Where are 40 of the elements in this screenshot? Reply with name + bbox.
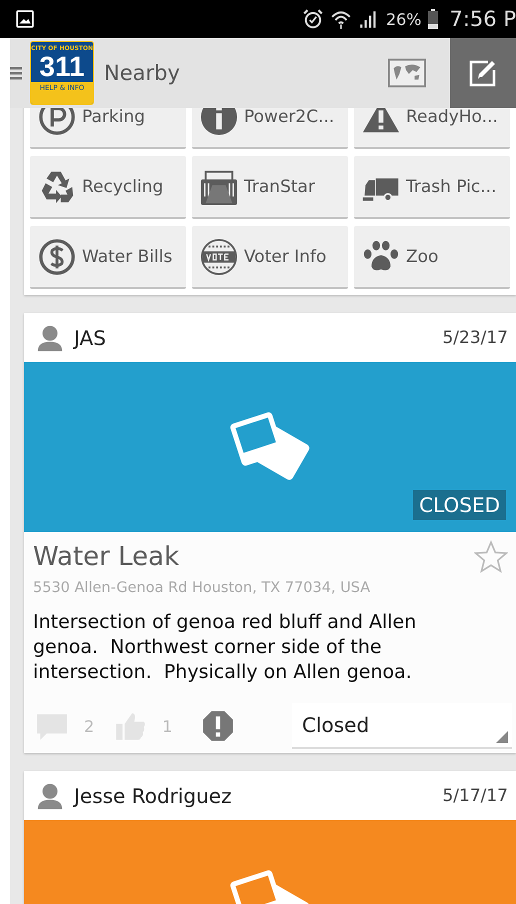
compose-button[interactable] [450, 38, 516, 108]
service-tile[interactable]: Trash Pic... [354, 156, 510, 219]
service-tile[interactable]: Power2C... [192, 108, 348, 149]
image-icon [16, 10, 34, 28]
star-icon[interactable] [474, 540, 508, 574]
parking-icon [38, 108, 76, 136]
comment-count: 2 [84, 716, 94, 736]
dollar-icon [38, 238, 76, 276]
alarm-icon [302, 8, 324, 30]
author-name: Jesse Rodriguez [74, 784, 232, 808]
service-tile[interactable]: TranStar [192, 156, 348, 219]
like-count: 1 [162, 716, 172, 736]
user-icon [36, 782, 64, 810]
post-date: 5/17/17 [442, 786, 508, 806]
author-name: JAS [74, 326, 106, 350]
battery-percent: 26% [386, 10, 422, 28]
service-tile[interactable]: Parking [30, 108, 186, 149]
map-icon[interactable] [388, 58, 426, 88]
service-tile[interactable]: Zoo [354, 226, 510, 289]
clock-time: 7:56 P [450, 7, 516, 31]
ballot-icon [200, 238, 238, 276]
report-card[interactable]: Jesse Rodriguez 5/17/17 [24, 771, 516, 904]
logo-number: 311 [39, 52, 85, 82]
thumbs-up-icon[interactable] [114, 710, 146, 742]
report-title: Water Leak [33, 542, 180, 572]
caret-icon [496, 731, 508, 743]
service-tile[interactable]: Recycling [30, 156, 186, 219]
screen-title: Nearby [104, 61, 180, 85]
status-badge: CLOSED [413, 490, 506, 520]
report-card[interactable] [24, 313, 516, 753]
alert-icon[interactable] [202, 710, 234, 742]
user-icon [36, 324, 64, 352]
service-tile[interactable]: ReadyHo... [354, 108, 510, 149]
report-description: Intersection of genoa red bluff and Allen genoa. Northwest corner side of the intersection. Physically on Allen genoa. [32, 610, 418, 685]
report-address: 5530 Allen-Genoa Rd Houston, TX 77034, USA [32, 579, 372, 596]
service-tile[interactable]: Voter Info [192, 226, 348, 289]
post-date: 5/23/17 [442, 328, 508, 348]
edit-icon [468, 58, 498, 88]
battery-icon [428, 9, 438, 29]
service-tile[interactable]: Water Bills [30, 226, 186, 289]
